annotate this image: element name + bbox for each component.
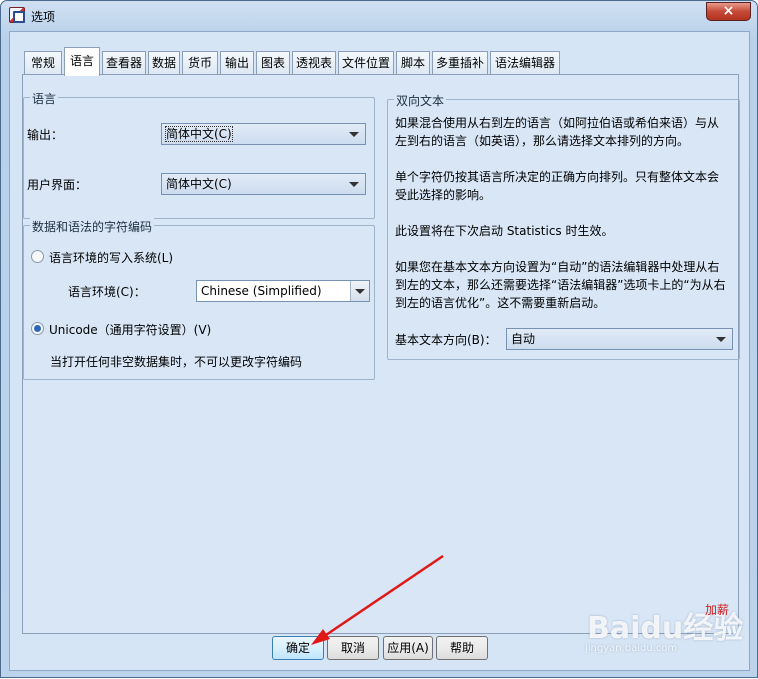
text-direction-value: 自动 bbox=[511, 332, 536, 346]
bidi-text-group: 双向文本 如果混合使用从右到左的语言（如阿拉伯语或希伯来语）与从左到右的语言（如… bbox=[387, 92, 740, 360]
help-button[interactable]: 帮助 bbox=[436, 636, 488, 660]
language-group: 语言 输出： 简体中文(C) 用户界面： 简体中文(C) bbox=[23, 90, 375, 219]
text-direction-select[interactable]: 自动 bbox=[506, 328, 733, 350]
tab-6[interactable]: 图表 bbox=[256, 51, 290, 75]
chevron-down-icon bbox=[349, 182, 359, 187]
bidi-paragraph-2: 单个字符仍按其语言所决定的正确方向排列。只有整体文本会受此选择的影响。 bbox=[395, 170, 720, 202]
tab-3[interactable]: 数据 bbox=[148, 51, 180, 75]
unicode-radio-label[interactable]: Unicode（通用字符设置）(V) bbox=[49, 321, 211, 338]
chevron-down-icon bbox=[355, 289, 365, 294]
bidi-paragraph-1: 如果混合使用从右到左的语言（如阿拉伯语或希伯来语）与从左到右的语言（如英语），那… bbox=[395, 116, 720, 148]
cancel-button[interactable]: 取消 bbox=[327, 636, 379, 660]
unicode-radio[interactable] bbox=[31, 322, 44, 335]
bidi-paragraph-3: 此设置将在下次启动 Statistics 时生效。 bbox=[395, 224, 614, 238]
tab-8[interactable]: 文件位置 bbox=[338, 51, 394, 75]
tab-2[interactable]: 查看器 bbox=[102, 51, 146, 75]
encoding-note: 当打开任何非空数据集时，不可以更改字符编码 bbox=[50, 355, 303, 369]
tab-11[interactable]: 语法编辑器 bbox=[490, 51, 560, 75]
ui-language-value: 简体中文(C) bbox=[166, 177, 232, 191]
locale-env-select[interactable]: Chinese (Simplified) bbox=[196, 280, 370, 302]
ui-language-label: 用户界面： bbox=[27, 178, 88, 192]
chevron-down-icon bbox=[716, 337, 726, 342]
close-icon: × bbox=[722, 3, 735, 19]
tab-10[interactable]: 多重插补 bbox=[432, 51, 488, 75]
locale-env-label: 语言环境(C)： bbox=[68, 285, 146, 299]
apply-button[interactable]: 应用(A) bbox=[383, 636, 433, 660]
bidi-group-legend: 双向文本 bbox=[394, 92, 447, 109]
locale-env-value: Chinese (Simplified) bbox=[201, 284, 322, 298]
encoding-group: 数据和语法的字符编码 语言环境的写入系统(L) 语言环境(C)： Chinese… bbox=[23, 218, 375, 380]
ui-language-select[interactable]: 简体中文(C) bbox=[161, 173, 366, 195]
language-tab-panel: 语言 输出： 简体中文(C) 用户界面： 简体中文(C) 数据和语法的字符编码 … bbox=[22, 74, 740, 634]
tab-5[interactable]: 输出 bbox=[220, 51, 254, 75]
text-direction-label: 基本文本方向(B)： bbox=[395, 333, 497, 347]
window-title: 选项 bbox=[31, 10, 56, 24]
output-language-value: 简体中文(C) bbox=[165, 126, 233, 142]
ok-button[interactable]: 确定 bbox=[272, 636, 324, 660]
tab-0[interactable]: 常规 bbox=[24, 51, 62, 75]
encoding-group-legend: 数据和语法的字符编码 bbox=[30, 218, 155, 235]
tab-9[interactable]: 脚本 bbox=[396, 51, 430, 75]
output-language-label: 输出： bbox=[27, 128, 64, 142]
output-language-select[interactable]: 简体中文(C) bbox=[161, 123, 366, 145]
title-bar[interactable]: 选项 × bbox=[1, 1, 757, 31]
chevron-down-icon bbox=[349, 132, 359, 137]
dialog-client-area: 常规 语言 查看器 数据 货币 输出 图表 透视表 文件位置 脚本 多重插补 语法编辑器 语言 输出：… bbox=[9, 31, 750, 671]
bidi-paragraph-4: 如果您在基本文本方向设置为“自动”的语法编辑器中处理从右到左的文本，那么还需要选… bbox=[395, 260, 726, 310]
spss-app-icon bbox=[9, 7, 25, 23]
close-button[interactable]: × bbox=[706, 2, 751, 21]
language-group-legend: 语言 bbox=[30, 90, 59, 107]
options-dialog: 选项 × 常规 语言 查看器 数据 货币 输出 图表 透视表 文件位置 脚本 多重插补 语法编辑器 语… bbox=[0, 0, 758, 678]
tab-7[interactable]: 透视表 bbox=[292, 51, 336, 75]
tab-1[interactable]: 语言 bbox=[64, 47, 100, 76]
locale-writing-system-label[interactable]: 语言环境的写入系统(L) bbox=[49, 249, 173, 266]
locale-writing-system-radio[interactable] bbox=[31, 250, 44, 263]
tab-4[interactable]: 货币 bbox=[182, 51, 218, 75]
dropdown-button[interactable] bbox=[350, 281, 369, 301]
